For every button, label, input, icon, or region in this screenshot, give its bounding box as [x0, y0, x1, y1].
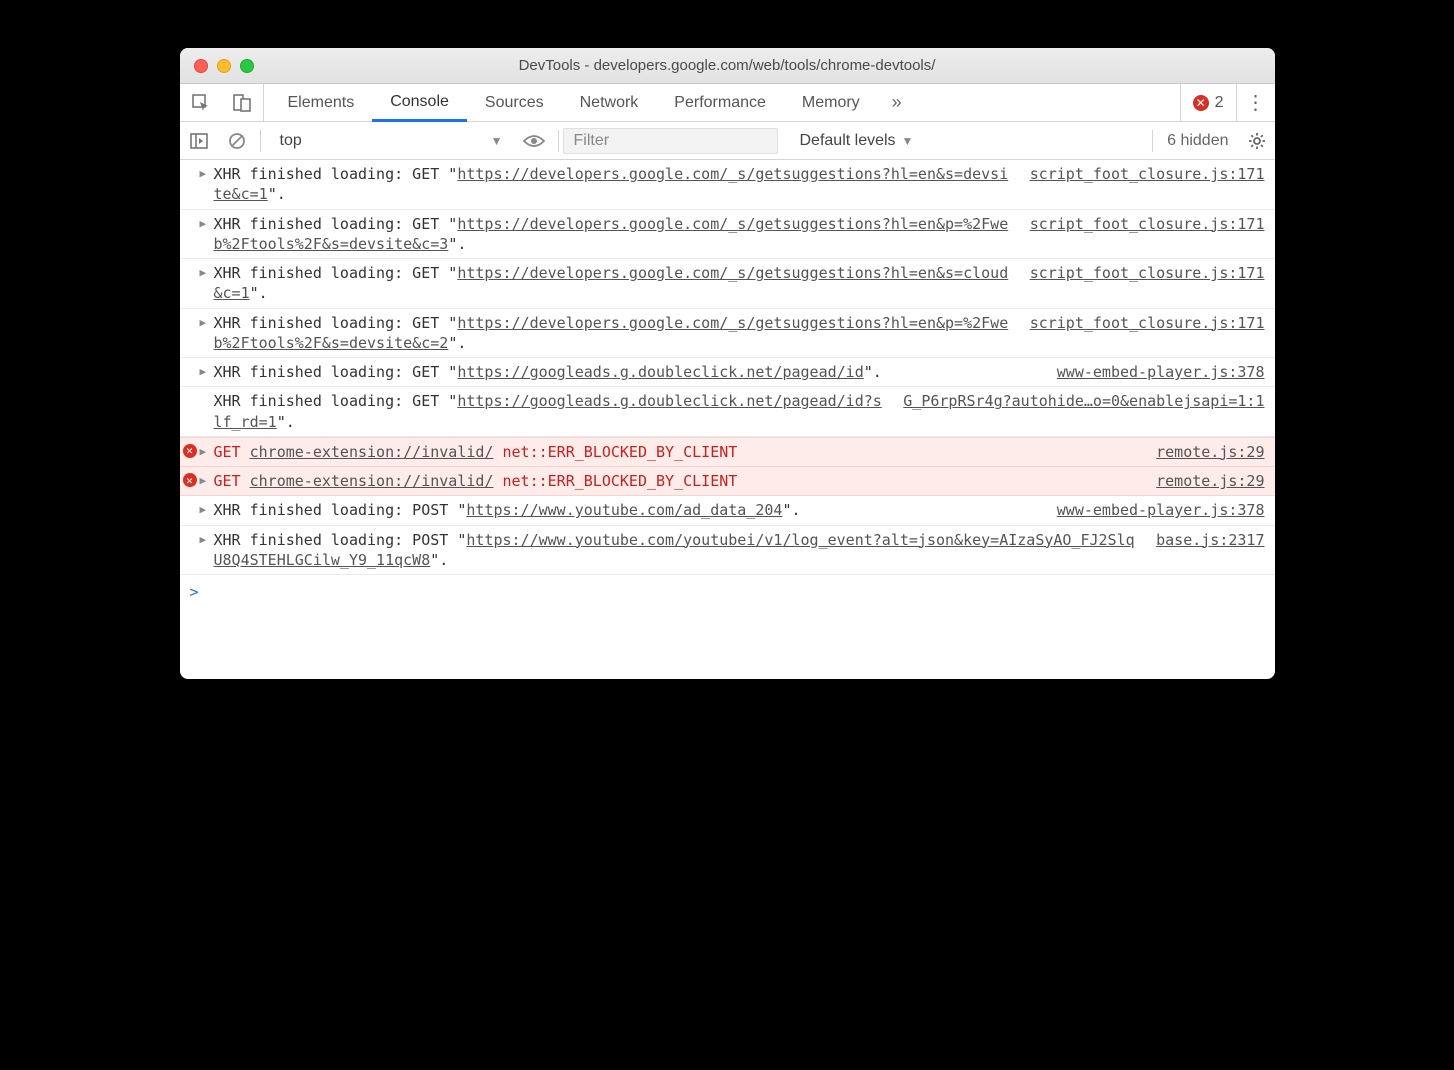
log-source-link[interactable]: G_P6rpRSr4g?autohide…o=0&enablejsapi=1:1 — [903, 391, 1264, 410]
log-url-link[interactable]: https://developers.google.com/_s/getsugg… — [214, 165, 1009, 203]
disclosure-icon[interactable]: ▶ — [200, 167, 207, 180]
log-url-link[interactable]: https://developers.google.com/_s/getsugg… — [214, 215, 1009, 253]
console-toolbar: top ▼ Filter Default levels ▼ 6 hidden — [180, 122, 1275, 160]
log-source-link[interactable]: script_foot_closure.js:171 — [1030, 164, 1265, 183]
console-log[interactable]: ▶ XHR finished loading: GET "https://deve… — [180, 160, 1275, 575]
devtools-window: DevTools - developers.google.com/web/too… — [180, 48, 1275, 679]
tab-console[interactable]: Console — [372, 84, 467, 122]
tab-network[interactable]: Network — [562, 84, 657, 121]
log-message: XHR finished loading: GET "https://devel… — [214, 313, 1016, 354]
log-url-link[interactable]: https://googleads.g.doubleclick.net/page… — [457, 363, 863, 381]
clear-console-icon[interactable] — [218, 132, 256, 150]
disclosure-icon[interactable]: ▶ — [200, 365, 207, 378]
log-source-link[interactable]: remote.js:29 — [1156, 471, 1264, 490]
chevron-down-icon: ▼ — [491, 134, 503, 148]
log-source-link[interactable]: base.js:2317 — [1156, 530, 1264, 549]
context-select[interactable]: top ▼ — [269, 128, 514, 154]
log-message: XHR finished loading: POST "https://www.… — [214, 500, 1043, 520]
console-error-row[interactable]: ✕▶ GET chrome-extension://invalid/ net::E… — [180, 467, 1275, 496]
filter-placeholder: Filter — [574, 132, 610, 150]
minimize-icon[interactable] — [217, 59, 231, 73]
log-url-link[interactable]: https://developers.google.com/_s/getsugg… — [214, 314, 1009, 352]
device-icon[interactable] — [222, 84, 264, 121]
log-message: XHR finished loading: GET "https://devel… — [214, 263, 1016, 304]
console-log-row[interactable]: ▶ XHR finished loading: POST "https://www… — [180, 526, 1275, 576]
disclosure-icon[interactable]: ▶ — [200, 503, 207, 516]
log-url-link[interactable]: chrome-extension://invalid/ — [250, 472, 494, 490]
console-log-row[interactable]: ▶ XHR finished loading: POST "https://www… — [180, 496, 1275, 525]
chevron-down-icon: ▼ — [902, 134, 914, 148]
log-source-link[interactable]: remote.js:29 — [1156, 442, 1264, 461]
tab-sources[interactable]: Sources — [467, 84, 562, 121]
log-source-link[interactable]: script_foot_closure.js:171 — [1030, 214, 1265, 233]
disclosure-icon[interactable]: ▶ — [200, 217, 207, 230]
log-message: XHR finished loading: POST "https://www.… — [214, 530, 1143, 571]
log-message: XHR finished loading: GET "https://googl… — [214, 391, 890, 432]
hidden-count[interactable]: 6 hidden — [1157, 132, 1238, 150]
log-message: GET chrome-extension://invalid/ net::ERR… — [214, 442, 1143, 462]
traffic-lights — [180, 59, 254, 73]
tab-performance[interactable]: Performance — [656, 84, 784, 121]
log-source-link[interactable]: script_foot_closure.js:171 — [1030, 313, 1265, 332]
console-log-row[interactable]: XHR finished loading: GET "https://googl… — [180, 387, 1275, 437]
inspect-icon[interactable] — [180, 84, 222, 121]
error-icon: ✕ — [183, 444, 197, 458]
log-url-link[interactable]: https://developers.google.com/_s/getsugg… — [214, 264, 1009, 302]
log-levels-select[interactable]: Default levels ▼ — [792, 132, 922, 150]
console-error-row[interactable]: ✕▶ GET chrome-extension://invalid/ net::E… — [180, 437, 1275, 467]
console-log-row[interactable]: ▶ XHR finished loading: GET "https://deve… — [180, 259, 1275, 309]
live-expression-icon[interactable] — [514, 134, 554, 148]
log-url-link[interactable]: https://www.youtube.com/youtubei/v1/log_… — [214, 531, 1135, 569]
sidebar-toggle-icon[interactable] — [180, 133, 218, 149]
levels-label: Default levels — [800, 132, 896, 150]
log-source-link[interactable]: script_foot_closure.js:171 — [1030, 263, 1265, 282]
disclosure-icon[interactable]: ▶ — [200, 316, 207, 329]
window-title: DevTools - developers.google.com/web/too… — [180, 57, 1275, 74]
console-log-row[interactable]: ▶ XHR finished loading: GET "https://deve… — [180, 210, 1275, 260]
context-value: top — [280, 132, 302, 150]
error-counter[interactable]: ✕ 2 — [1180, 84, 1237, 121]
console-log-row[interactable]: ▶ XHR finished loading: GET "https://deve… — [180, 309, 1275, 359]
console-log-row[interactable]: ▶ XHR finished loading: GET "https://deve… — [180, 160, 1275, 210]
log-url-link[interactable]: https://www.youtube.com/ad_data_204 — [466, 501, 782, 519]
disclosure-icon[interactable]: ▶ — [200, 266, 207, 279]
disclosure-icon[interactable]: ▶ — [200, 533, 207, 546]
filter-input[interactable]: Filter — [563, 128, 778, 154]
prompt-chevron-icon: > — [190, 583, 199, 601]
console-prompt[interactable]: > — [180, 575, 1275, 609]
gear-icon[interactable] — [1239, 132, 1275, 150]
log-source-link[interactable]: www-embed-player.js:378 — [1057, 500, 1265, 519]
tab-elements[interactable]: Elements — [270, 84, 373, 121]
console-log-row[interactable]: ▶ XHR finished loading: GET "https://goog… — [180, 358, 1275, 387]
log-message: XHR finished loading: GET "https://devel… — [214, 164, 1016, 205]
log-url-link[interactable]: chrome-extension://invalid/ — [250, 443, 494, 461]
log-message: XHR finished loading: GET "https://googl… — [214, 362, 1043, 382]
more-tabs-icon[interactable]: » — [878, 84, 916, 121]
error-icon: ✕ — [183, 473, 197, 487]
kebab-menu-icon[interactable]: ⋮ — [1237, 84, 1275, 121]
panel-tabs: ElementsConsoleSourcesNetworkPerformance… — [180, 84, 1275, 122]
log-source-link[interactable]: www-embed-player.js:378 — [1057, 362, 1265, 381]
log-message: GET chrome-extension://invalid/ net::ERR… — [214, 471, 1143, 491]
titlebar[interactable]: DevTools - developers.google.com/web/too… — [180, 48, 1275, 84]
log-message: XHR finished loading: GET "https://devel… — [214, 214, 1016, 255]
disclosure-icon[interactable]: ▶ — [200, 474, 207, 487]
disclosure-icon[interactable]: ▶ — [200, 445, 207, 458]
zoom-icon[interactable] — [240, 59, 254, 73]
tab-memory[interactable]: Memory — [784, 84, 878, 121]
error-badge-icon: ✕ — [1193, 95, 1209, 111]
close-icon[interactable] — [194, 59, 208, 73]
error-count: 2 — [1215, 94, 1224, 112]
log-url-link[interactable]: https://googleads.g.doubleclick.net/page… — [214, 392, 882, 430]
